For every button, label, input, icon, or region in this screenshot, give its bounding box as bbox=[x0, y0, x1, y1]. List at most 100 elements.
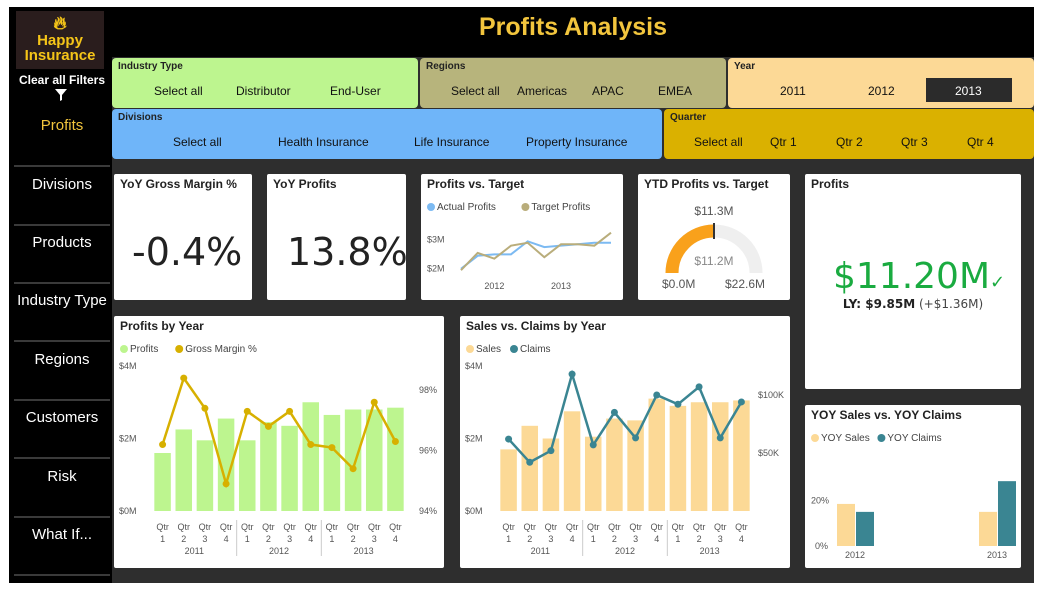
bar bbox=[563, 411, 581, 511]
regions-slicer: Regions Select all Americas APAC EMEA bbox=[420, 58, 726, 108]
bar bbox=[344, 409, 362, 511]
line-point bbox=[328, 444, 336, 452]
x-tick-label: 2 bbox=[181, 534, 186, 544]
y2-tick-label: 96% bbox=[419, 446, 437, 456]
y-tick-label: $2M bbox=[427, 263, 445, 273]
bar bbox=[856, 511, 874, 546]
check-icon: ✓ bbox=[990, 272, 1006, 293]
clear-filters-button[interactable]: Clear all Filters bbox=[12, 73, 112, 87]
x-tick-label: 4 bbox=[308, 534, 313, 544]
x-tick-label: Qtr bbox=[714, 522, 727, 532]
slicer-option-end-user[interactable]: End-User bbox=[330, 84, 381, 98]
slicer-option-health-insurance[interactable]: Health Insurance bbox=[278, 135, 369, 149]
x-tick-label: Qtr bbox=[545, 522, 558, 532]
x-tick-label: Qtr bbox=[156, 522, 169, 532]
slicer-option-2012[interactable]: 2012 bbox=[868, 84, 895, 98]
profits-vs-target-card[interactable]: Profits vs. Target Actual Profits Target … bbox=[421, 174, 623, 300]
line-point bbox=[653, 391, 661, 399]
x-tick-label: Qtr bbox=[502, 522, 515, 532]
line-point bbox=[547, 447, 555, 455]
bar bbox=[302, 402, 320, 511]
x-tick-label: 1 bbox=[675, 534, 680, 544]
slicer-option-select-all[interactable]: Select all bbox=[173, 135, 222, 149]
legend-label: Profits bbox=[130, 344, 158, 355]
slicer-option-qtr-3[interactable]: Qtr 3 bbox=[901, 135, 928, 149]
y2-tick-label: $100K bbox=[758, 390, 784, 400]
x-tick-label: Qtr bbox=[566, 522, 579, 532]
slicer-option-apac[interactable]: APAC bbox=[592, 84, 624, 98]
x-tick-label: 3 bbox=[633, 534, 638, 544]
slicer-option-qtr-4[interactable]: Qtr 4 bbox=[967, 135, 994, 149]
sidebar-item-profits[interactable]: Profits bbox=[14, 111, 110, 167]
bar bbox=[323, 414, 341, 511]
slicer-option-select-all[interactable]: Select all bbox=[694, 135, 743, 149]
slicer-option-qtr-2[interactable]: Qtr 2 bbox=[836, 135, 863, 149]
legend-marker bbox=[521, 203, 530, 211]
bar bbox=[690, 402, 708, 511]
series-line-target bbox=[460, 231, 612, 271]
x-tick-label: Qtr bbox=[305, 522, 318, 532]
gauge-max-label: $22.6M bbox=[725, 277, 765, 291]
bar bbox=[606, 418, 623, 511]
yoy-profits-card[interactable]: YoY Profits 13.8% bbox=[267, 174, 408, 300]
line-point bbox=[589, 441, 597, 449]
x-tick-label: 1 bbox=[329, 534, 334, 544]
profits-by-year-card[interactable]: Profits by Year Profits Gross Margin % $4M… bbox=[114, 316, 444, 568]
sidebar-item-products[interactable]: Products bbox=[14, 228, 110, 284]
sidebar-item-what-if[interactable]: What If... bbox=[14, 520, 110, 576]
x-group-label: 2012 bbox=[269, 546, 289, 556]
ytd-profits-vs-target-card[interactable]: YTD Profits vs. Target $11.3M $11.2M $0.0M… bbox=[638, 174, 790, 300]
x-tick-label: 4 bbox=[393, 534, 398, 544]
slicer-option-2013-selected[interactable]: 2013 bbox=[926, 78, 1012, 102]
line-point bbox=[307, 441, 315, 449]
slicer-option-americas[interactable]: Americas bbox=[517, 84, 567, 98]
x-tick-label: 1 bbox=[160, 534, 165, 544]
profits-value: $11.20M✓ bbox=[833, 256, 1006, 297]
x-tick-label: Qtr bbox=[326, 522, 339, 532]
legend-label: Actual Profits bbox=[437, 202, 496, 213]
slicer-option-2011[interactable]: 2011 bbox=[780, 84, 806, 98]
x-group-label: 2013 bbox=[700, 546, 720, 556]
x-tick-label: 3 bbox=[202, 534, 207, 544]
y-tick-label: 0% bbox=[815, 541, 828, 551]
sidebar-item-divisions[interactable]: Divisions bbox=[14, 170, 110, 226]
sidebar-item-risk[interactable]: Risk bbox=[14, 462, 110, 518]
yoy-sales-vs-claims-card[interactable]: YOY Sales vs. YOY Claims YOY Sales YOY Cl… bbox=[805, 405, 1021, 568]
slicer-option-property-insurance[interactable]: Property Insurance bbox=[526, 135, 627, 149]
slicer-option-select-all[interactable]: Select all bbox=[154, 84, 203, 98]
x-tick-label: Qtr bbox=[241, 522, 254, 532]
x-group-label: 2012 bbox=[615, 546, 635, 556]
bar bbox=[260, 422, 277, 511]
logo: 🔥︎ Happy Insurance bbox=[16, 11, 104, 69]
yoy-gross-margin-card[interactable]: YoY Gross Margin % -0.4% bbox=[114, 174, 252, 300]
sidebar-item-customers[interactable]: Customers bbox=[14, 403, 110, 459]
y2-tick-label: 98% bbox=[419, 385, 437, 395]
profits-card[interactable]: Profits $11.20M✓ LY: $9.85M (+$1.36M) bbox=[805, 174, 1021, 389]
card-title: YoY Gross Margin % bbox=[120, 177, 237, 191]
slicer-option-emea[interactable]: EMEA bbox=[658, 84, 692, 98]
x-group-label: 2011 bbox=[185, 546, 204, 556]
slicer-option-distributor[interactable]: Distributor bbox=[236, 84, 291, 98]
slicer-option-life-insurance[interactable]: Life Insurance bbox=[414, 135, 489, 149]
slicer-label: Quarter bbox=[670, 112, 707, 123]
slicer-option-select-all[interactable]: Select all bbox=[451, 84, 500, 98]
legend-marker bbox=[175, 345, 184, 353]
last-year-comparison: LY: $9.85M (+$1.36M) bbox=[842, 297, 984, 311]
line-point bbox=[674, 400, 682, 408]
legend-label: YOY Claims bbox=[887, 433, 941, 444]
x-tick-label: Qtr bbox=[608, 522, 621, 532]
x-tick-label: 1 bbox=[506, 534, 511, 544]
line-point bbox=[610, 408, 618, 416]
x-tick-label: 3 bbox=[287, 534, 292, 544]
slicer-option-qtr-1[interactable]: Qtr 1 bbox=[770, 135, 797, 149]
sidebar-item-regions[interactable]: Regions bbox=[14, 345, 110, 401]
filter-icon[interactable] bbox=[54, 88, 68, 105]
x-tick-label: 2012 bbox=[845, 550, 865, 560]
sales-vs-claims-card[interactable]: Sales vs. Claims by Year Sales Claims $4M $… bbox=[460, 316, 790, 568]
x-tick-label: 2013 bbox=[551, 281, 571, 291]
line-point bbox=[264, 422, 272, 430]
sidebar-item-industry-type[interactable]: Industry Type bbox=[14, 286, 110, 342]
y-tick-label: $3M bbox=[427, 234, 445, 244]
bar bbox=[365, 409, 383, 511]
legend-label: Target Profits bbox=[531, 202, 590, 213]
